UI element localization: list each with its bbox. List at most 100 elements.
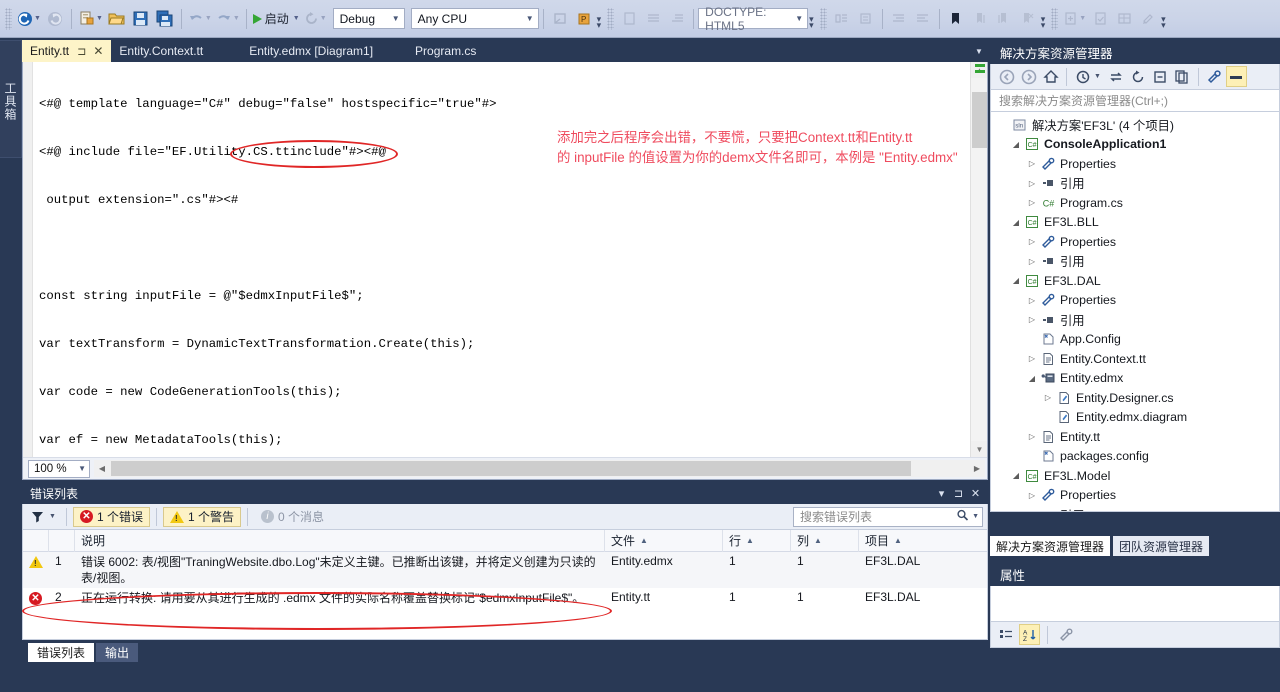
show-all-files-button[interactable] <box>1172 66 1193 87</box>
messages-filter-chip[interactable]: i 0 个消息 <box>254 507 331 527</box>
save-all-button[interactable] <box>153 7 177 31</box>
scrollbar-thumb[interactable] <box>972 92 987 148</box>
open-file-button[interactable] <box>105 7 129 31</box>
toolbar-overflow-button[interactable]: ▾ ▾ <box>1041 14 1046 29</box>
alphabetical-view-button[interactable]: AZ <box>1019 624 1040 645</box>
toolbar-grip[interactable] <box>819 7 827 30</box>
pin-icon[interactable]: ⊐ <box>77 45 86 58</box>
search-icon[interactable] <box>956 509 969 525</box>
tree-item-entity-tt[interactable]: ▷ Entity.tt <box>991 427 1279 447</box>
preview-selected-items-button[interactable] <box>1225 66 1247 87</box>
tab-entity-tt[interactable]: Entity.tt ⊐ ✕ <box>22 40 112 62</box>
properties-page-button[interactable] <box>1055 624 1076 645</box>
column-header-line[interactable]: 行 ▲ <box>723 530 791 552</box>
tree-item-solution[interactable]: sln 解决方案'EF3L' (4 个项目) <box>991 115 1279 135</box>
scrollbar-thumb[interactable] <box>111 461 911 476</box>
tree-item-entity-edmx[interactable]: ◢ Entity.edmx <box>991 369 1279 389</box>
tree-item-references[interactable]: ▷ 引用 <box>991 174 1279 194</box>
format-document-button[interactable] <box>641 7 665 31</box>
tree-expander-collapsed[interactable]: ▷ <box>1025 237 1039 246</box>
tree-item-entity-designer-cs[interactable]: ▷ Entity.Designer.cs <box>991 388 1279 408</box>
scroll-right-button[interactable]: ▶ <box>969 460 985 477</box>
tree-expander-collapsed[interactable]: ▷ <box>1041 393 1055 402</box>
toggle-bookmark-button[interactable] <box>944 7 968 31</box>
start-debug-button[interactable]: 启动 ▼ <box>251 7 302 31</box>
tab-error-list[interactable]: 错误列表 <box>28 643 95 662</box>
new-project-button[interactable]: ▼ <box>76 7 105 31</box>
tree-expander-expanded[interactable]: ◢ <box>1009 140 1023 149</box>
tree-expander-collapsed[interactable]: ▷ <box>1025 510 1039 511</box>
tree-expander-collapsed[interactable]: ▷ <box>1025 491 1039 500</box>
pin-icon[interactable]: ⊐ <box>950 484 967 502</box>
tree-expander-expanded[interactable]: ◢ <box>1009 276 1023 285</box>
zoom-level-combo[interactable]: 100 % ▼ <box>28 459 90 478</box>
sync-with-active-document-button[interactable] <box>1106 66 1127 87</box>
tab-entity-edmx-diagram[interactable]: Entity.edmx [Diagram1] <box>241 40 381 62</box>
column-header-file[interactable]: 文件 ▲ <box>605 530 723 552</box>
next-bookmark-button[interactable] <box>992 7 1016 31</box>
errors-filter-chip[interactable]: ✕ 1 个错误 <box>72 506 150 527</box>
tree-item-app-config[interactable]: App.Config <box>991 330 1279 350</box>
chevron-down-icon[interactable]: ▼ <box>293 15 300 22</box>
properties-object-selector[interactable] <box>990 586 1280 622</box>
chevron-down-icon[interactable]: ▼ <box>1079 15 1086 22</box>
view-in-browser-button[interactable] <box>617 7 641 31</box>
column-header-column[interactable]: 列 ▲ <box>791 530 859 552</box>
tree-item-properties[interactable]: ▷ Properties <box>991 232 1279 252</box>
tab-entity-context-tt[interactable]: Entity.Context.tt <box>111 40 211 62</box>
tree-expander-expanded[interactable]: ◢ <box>1009 218 1023 227</box>
forward-button[interactable] <box>1018 66 1039 87</box>
toolbox-vertical-tab[interactable]: 工具箱 <box>0 40 22 158</box>
previous-bookmark-button[interactable] <box>968 7 992 31</box>
navigate-forward-button[interactable] <box>43 7 67 31</box>
toolbar-grip[interactable] <box>5 7 12 30</box>
categorized-view-button[interactable] <box>995 624 1016 645</box>
tree-item-entity-context-tt[interactable]: ▷ Entity.Context.tt <box>991 349 1279 369</box>
tree-item-consoleapplication1[interactable]: ◢ C# ConsoleApplication1 <box>991 135 1279 155</box>
tree-expander-collapsed[interactable]: ▷ <box>1025 198 1039 207</box>
tree-expander-collapsed[interactable]: ▷ <box>1025 354 1039 363</box>
undo-button[interactable]: ▼ <box>186 7 214 31</box>
warnings-filter-chip[interactable]: 1 个警告 <box>162 506 241 527</box>
scroll-left-button[interactable]: ◀ <box>94 460 110 477</box>
toolbar-overflow-button[interactable]: ▾ ▾ <box>597 14 602 29</box>
filter-icon[interactable] <box>27 507 47 527</box>
close-icon[interactable]: ✕ <box>93 44 103 58</box>
comment-selection-button[interactable] <box>830 7 854 31</box>
table-row[interactable]: 1 错误 6002: 表/视图"TraningWebsite.dbo.Log"未… <box>23 552 987 588</box>
tree-item-properties[interactable]: ▷ Properties <box>991 486 1279 506</box>
chevron-down-icon[interactable]: ▼ <box>96 15 103 22</box>
refresh-button[interactable] <box>1128 66 1149 87</box>
tree-expander-collapsed[interactable]: ▷ <box>1025 257 1039 266</box>
chevron-down-icon[interactable]: ▼ <box>1094 73 1101 80</box>
chevron-down-icon[interactable]: ▼ <box>795 14 803 23</box>
chevron-down-icon[interactable]: ▼ <box>34 15 41 22</box>
toolbar-overflow-button[interactable]: ▾ ▾ <box>1161 14 1166 29</box>
home-button[interactable] <box>1040 66 1061 87</box>
tree-expander-collapsed[interactable]: ▷ <box>1025 296 1039 305</box>
navigate-backward-button[interactable]: ▼ <box>15 7 43 31</box>
doctype-combo[interactable]: DOCTYPE: HTML5 ▼ <box>698 5 809 33</box>
tab-solution-explorer[interactable]: 解决方案资源管理器 <box>990 536 1111 556</box>
step-options-button[interactable]: P <box>572 7 596 31</box>
chevron-down-icon[interactable]: ▼ <box>205 15 212 22</box>
tab-team-explorer[interactable]: 团队资源管理器 <box>1113 536 1210 556</box>
toolbar-grip[interactable] <box>607 7 615 30</box>
chevron-down-icon[interactable]: ▼ <box>233 15 240 22</box>
pending-changes-filter-button[interactable] <box>1072 66 1093 87</box>
chevron-down-icon[interactable]: ▼ <box>392 14 400 23</box>
column-header-description[interactable]: 说明 <box>75 530 605 552</box>
tree-item-ef3l-dal[interactable]: ◢ C# EF3L.DAL <box>991 271 1279 291</box>
chevron-down-icon[interactable]: ▼ <box>526 14 534 23</box>
tab-overflow-button[interactable]: ▼ <box>970 40 988 62</box>
error-list-search-box[interactable]: 搜索错误列表 ▼ <box>793 506 983 527</box>
uncomment-selection-button[interactable] <box>854 7 878 31</box>
increase-indent-button[interactable] <box>887 7 911 31</box>
restart-button[interactable]: ▼ <box>302 7 329 31</box>
tree-item-packages-config[interactable]: packages.config <box>991 447 1279 467</box>
redo-button[interactable]: ▼ <box>214 7 242 31</box>
editor-vertical-scrollbar[interactable]: ▲ ▼ <box>970 62 987 457</box>
tree-item-properties[interactable]: ▷ Properties <box>991 291 1279 311</box>
tree-expander-expanded[interactable]: ◢ <box>1009 471 1023 480</box>
tree-item-references[interactable]: ▷ 引用 <box>991 252 1279 272</box>
